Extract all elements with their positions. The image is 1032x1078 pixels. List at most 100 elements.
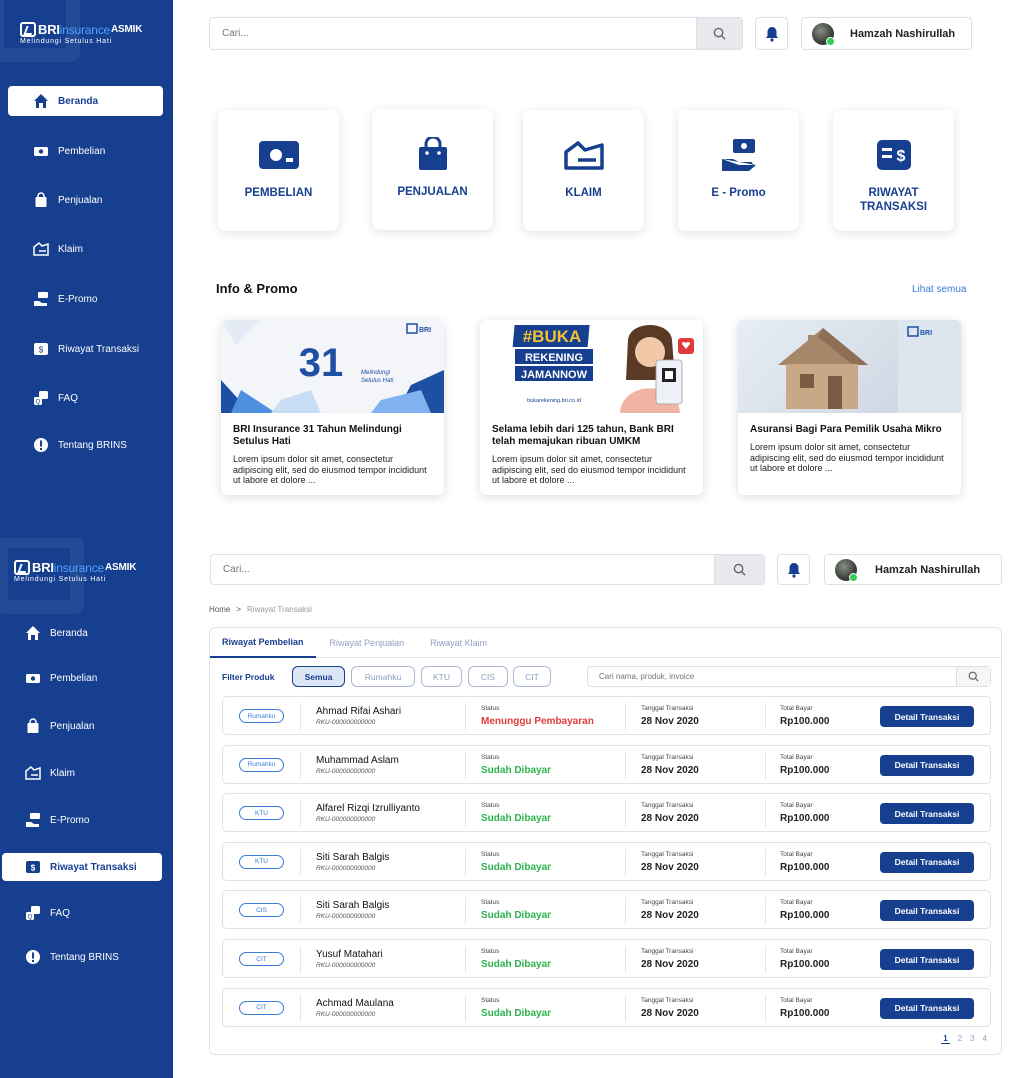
page-3[interactable]: 3	[970, 1034, 974, 1044]
promo-image-rekening: #BUKA REKENING JAMANNOW bukarekening.bri…	[480, 320, 703, 413]
filter-label: Filter Produk	[222, 672, 275, 682]
tile-pembelian[interactable]: PEMBELIAN	[218, 110, 339, 231]
user-menu[interactable]: Hamzah Nashirullah	[824, 554, 1002, 585]
divider	[765, 848, 766, 876]
filter-rumahku[interactable]: Rumahku	[351, 666, 415, 687]
customer-name: Siti Sarah Balgis	[316, 900, 390, 912]
promo-description: Lorem ipsum dolor sit amet, consectetur …	[492, 454, 686, 485]
bag-icon	[24, 717, 42, 735]
filter-ktu[interactable]: KTU	[421, 666, 462, 687]
sidebar-item-epromo[interactable]: E-Promo	[8, 284, 163, 314]
receipt-icon: $	[876, 138, 912, 172]
page-2[interactable]: 2	[958, 1034, 962, 1044]
detail-transaksi-button[interactable]: Detail Transaksi	[880, 803, 974, 825]
sidebar-item-klaim[interactable]: Klaim	[8, 234, 163, 264]
search-button[interactable]	[714, 555, 764, 584]
sidebar-item-label: Klaim	[58, 243, 84, 255]
user-name: Hamzah Nashirullah	[875, 563, 981, 576]
breadcrumb: Home > Riwayat Transaksi	[209, 605, 312, 614]
product-badge: CIT	[239, 1000, 284, 1015]
tab-riwayat-klaim[interactable]: Riwayat Klaim	[418, 628, 499, 658]
table-row[interactable]: KTU Alfarel Rizqi Izrulliyanto RKU-00000…	[222, 793, 991, 833]
sidebar-item-beranda[interactable]: Beranda	[2, 618, 157, 648]
search-button[interactable]	[696, 18, 742, 49]
promo-card[interactable]: #BUKA REKENING JAMANNOW bukarekening.bri…	[480, 320, 703, 495]
promo-card[interactable]: 31 Melindungi Setulus Hati BRI BRI Insur…	[221, 320, 444, 495]
sidebar-item-penjualan[interactable]: Penjualan	[2, 711, 157, 741]
date-value: 28 Nov 2020	[641, 716, 699, 727]
tab-riwayat-penjualan[interactable]: Riwayat Penjualan	[318, 628, 417, 658]
status-label: Status	[481, 850, 500, 858]
home-icon	[32, 92, 50, 110]
promo-title: BRI Insurance 31 Tahun Melindungi Setulu…	[233, 424, 402, 447]
table-row[interactable]: Rumahku Muhammad Aslam RKU-000000000000 …	[222, 744, 991, 784]
table-row[interactable]: KTU Siti Sarah Balgis RKU-000000000000 S…	[222, 841, 991, 881]
invoice-number: RKU-000000000000	[316, 913, 376, 921]
tile-penjualan[interactable]: PENJUALAN	[372, 109, 493, 230]
status-value: Sudah Dibayar	[481, 764, 552, 776]
notification-button[interactable]	[755, 17, 788, 50]
svg-text:Melindungi: Melindungi	[361, 370, 391, 376]
sidebar-item-beranda[interactable]: Beranda	[8, 86, 163, 116]
detail-transaksi-button[interactable]: Detail Transaksi	[880, 754, 974, 776]
total-value: Rp100.000	[780, 959, 830, 970]
detail-transaksi-button[interactable]: Detail Transaksi	[880, 997, 974, 1019]
brand-logo[interactable]: BRI insurance ASMIK Melindungi Setulus H…	[20, 22, 142, 45]
search-input[interactable]	[210, 18, 696, 49]
sidebar-item-tentang[interactable]: Tentang BRINS	[2, 942, 157, 972]
tile-klaim[interactable]: KLAIM	[523, 110, 644, 231]
detail-transaksi-button[interactable]: Detail Transaksi	[880, 851, 974, 873]
status-value: Sudah Dibayar	[481, 910, 552, 922]
search-bar	[209, 17, 743, 50]
sidebar-item-riwayat[interactable]: $ Riwayat Transaksi	[2, 853, 162, 881]
sidebar-item-epromo[interactable]: E-Promo	[2, 805, 157, 835]
svg-text:REKENING: REKENING	[525, 352, 583, 364]
search-input[interactable]	[211, 555, 714, 584]
table-row[interactable]: Rumahku Ahmad Rifai Ashari RKU-000000000…	[222, 696, 991, 735]
transaction-search-button[interactable]	[956, 667, 990, 686]
sidebar-item-riwayat[interactable]: $ Riwayat Transaksi	[8, 334, 163, 364]
tile-riwayat-transaksi[interactable]: $ RIWAYAT TRANSAKSI	[833, 110, 954, 231]
detail-transaksi-button[interactable]: Detail Transaksi	[880, 900, 974, 922]
divider	[625, 994, 626, 1022]
user-menu[interactable]: Hamzah Nashirullah	[801, 17, 972, 50]
promo-card[interactable]: BRI Asuransi Bagi Para Pemilik Usaha Mik…	[738, 320, 961, 495]
transaction-search-input[interactable]	[588, 672, 956, 681]
filter-cit[interactable]: CIT	[513, 666, 551, 687]
page-1[interactable]: 1	[941, 1034, 950, 1044]
sidebar-item-pembelian[interactable]: Pembelian	[2, 663, 157, 693]
divider	[465, 897, 466, 925]
tile-epromo[interactable]: E - Promo	[678, 110, 799, 231]
filter-cis[interactable]: CIS	[468, 666, 508, 687]
divider	[465, 848, 466, 876]
divider	[465, 994, 466, 1022]
see-all-link[interactable]: Lihat semua	[912, 284, 966, 295]
sidebar-item-penjualan[interactable]: Penjualan	[8, 185, 163, 215]
tab-riwayat-pembelian[interactable]: Riwayat Pembelian	[210, 628, 316, 658]
sidebar: BRI insurance ASMIK Melindungi Setulus H…	[0, 538, 173, 1078]
filter-semua[interactable]: Semua	[292, 666, 345, 687]
page-4[interactable]: 4	[983, 1034, 987, 1044]
notification-button[interactable]	[777, 554, 810, 585]
sidebar-item-label: Tentang BRINS	[50, 951, 119, 963]
sidebar: BRI insurance ASMIK Melindungi Setulus H…	[0, 0, 173, 538]
sidebar-item-klaim[interactable]: Klaim	[2, 758, 157, 788]
sidebar-item-tentang[interactable]: Tentang BRINS	[8, 430, 163, 460]
status-label: Status	[481, 753, 500, 761]
promo-title: Selama lebih dari 125 tahun, Bank BRI te…	[492, 424, 674, 447]
date-label: Tanggal Transaksi	[641, 996, 694, 1004]
brand-insurance: insurance	[53, 560, 105, 575]
customer-name: Yusuf Matahari	[316, 949, 383, 960]
sidebar-item-label: FAQ	[50, 907, 71, 919]
sidebar-item-faq[interactable]: Q FAQ	[2, 898, 157, 928]
customer-name: Muhammad Aslam	[316, 754, 399, 766]
detail-transaksi-button[interactable]: Detail Transaksi	[880, 706, 974, 727]
table-row[interactable]: CIT Yusuf Matahari RKU-000000000000 Stat…	[222, 939, 991, 978]
sidebar-item-pembelian[interactable]: Pembelian	[8, 136, 163, 166]
table-row[interactable]: CIT Achmad Maulana RKU-000000000000 Stat…	[222, 987, 991, 1027]
sidebar-item-faq[interactable]: Q FAQ	[8, 383, 163, 413]
breadcrumb-home[interactable]: Home	[209, 605, 230, 614]
detail-transaksi-button[interactable]: Detail Transaksi	[880, 949, 974, 970]
table-row[interactable]: CIS Siti Sarah Balgis RKU-000000000000 S…	[222, 890, 991, 930]
brand-logo[interactable]: BRI insurance ASMIK Melindungi Setulus H…	[14, 560, 136, 583]
